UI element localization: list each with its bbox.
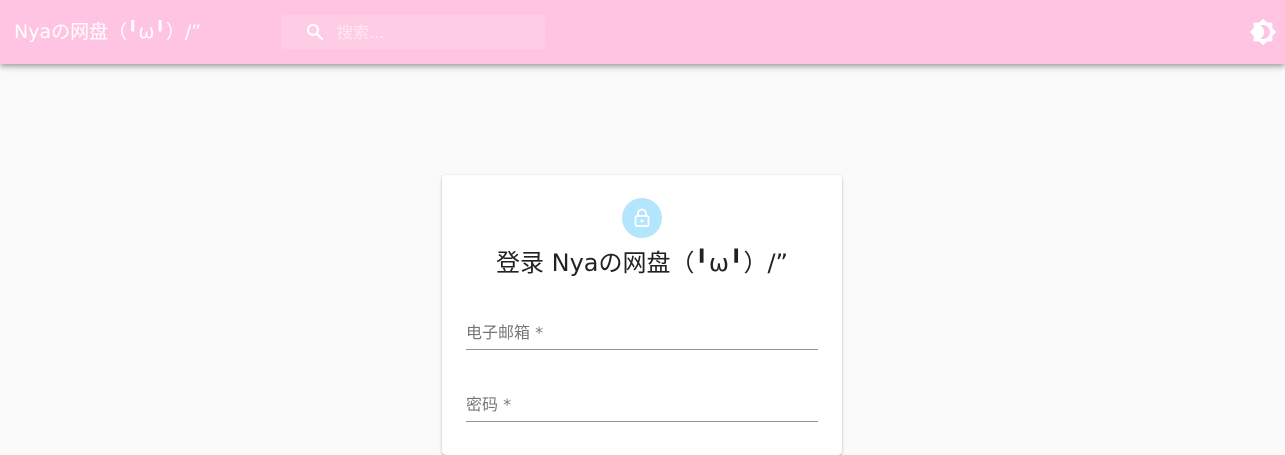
password-input[interactable] xyxy=(466,393,818,419)
app-bar: Nyaの网盘（╹ω╹）/” xyxy=(0,0,1285,64)
email-input[interactable] xyxy=(466,321,818,347)
brightness-icon xyxy=(1249,18,1277,46)
login-title: 登录 Nyaの网盘（╹ω╹）/” xyxy=(495,249,788,277)
theme-toggle-button[interactable] xyxy=(1249,18,1277,46)
search-input[interactable] xyxy=(337,15,537,49)
password-field[interactable]: 密码 * xyxy=(466,385,818,422)
app-title[interactable]: Nyaの网盘（╹ω╹）/” xyxy=(14,19,201,45)
search-box[interactable] xyxy=(281,15,545,49)
search-icon xyxy=(306,23,324,41)
login-card: 登录 Nyaの网盘（╹ω╹）/” 电子邮箱 * 密码 * xyxy=(442,175,842,455)
login-avatar xyxy=(622,198,662,238)
lock-icon xyxy=(634,208,650,227)
email-field[interactable]: 电子邮箱 * xyxy=(466,313,818,350)
